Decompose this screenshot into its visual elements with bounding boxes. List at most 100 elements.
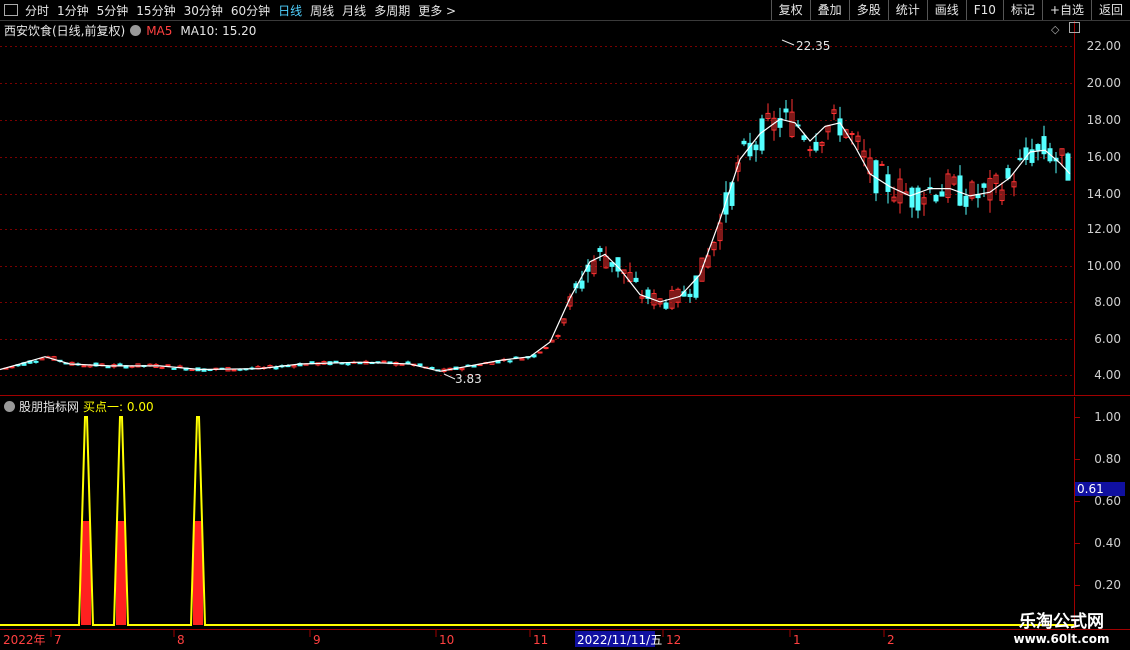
price-tick: 12.00 [1087,222,1121,236]
indicator-tick: 1.00 [1094,410,1121,424]
candle-body [381,360,387,363]
candle-body [399,363,405,366]
date-label: 2 [887,633,895,647]
corner-icons: ◇ [1051,22,1080,36]
candle-body [663,302,669,309]
period-tab-time-share[interactable]: 分时 [21,2,53,19]
multi-stock-button[interactable]: 多股 [848,0,888,20]
period-tab-60min[interactable]: 60分钟 [227,2,274,19]
candle-body [171,367,177,370]
menu-icon[interactable] [4,4,18,16]
price-tick: 10.00 [1087,259,1121,273]
window-icon[interactable] [1069,22,1080,33]
date-label: 10 [439,633,454,647]
period-tab-more[interactable]: 更多 > [414,2,460,19]
candle-body [105,366,111,369]
low-price-label: 3.83 [455,372,482,386]
add-watchlist-button[interactable]: +自选 [1041,0,1091,20]
f10-button[interactable]: F10 [965,0,1003,20]
date-axis: 2022年 7 8 9 10 11 2022/11/11/五 12 1 2 [0,629,1130,647]
date-label: 9 [313,633,321,647]
candle-body [579,280,585,289]
price-annotations: 22.35 3.83 [443,39,830,386]
candle-body [849,133,855,136]
indicator-axis: 1.00 0.80 0.60 0.40 0.20 0.61 [1074,397,1125,629]
candlestick-series [3,99,1071,374]
candle-body [813,141,819,151]
indicator-tick: 0.60 [1094,494,1121,508]
draw-line-button[interactable]: 画线 [926,0,966,20]
candle-body [939,191,945,197]
low-arrow-icon [443,373,456,380]
indicator-settings-icon[interactable] [4,401,15,412]
candle-body [879,163,885,166]
candle-body [885,174,891,192]
price-chart[interactable]: 22.35 3.83 22.00 20.00 18.00 16.00 14.00… [0,21,1130,396]
back-button[interactable]: 返回 [1090,0,1130,20]
candle-body [1005,168,1011,179]
signal-line [0,416,1074,626]
candle-body [33,360,39,363]
candle-body [957,175,963,206]
date-label: 7 [54,633,62,647]
indicator-tick: 0.80 [1094,452,1121,466]
period-tab-weekly[interactable]: 周线 [306,2,338,19]
candle-body [801,135,807,141]
candle-body [687,293,693,298]
indicator-header: 股朋指标网 买点一: 0.00 [4,398,154,415]
date-highlight: 2022/11/11/五 [577,633,662,647]
indicator-value: 买点一: 0.00 [83,400,154,414]
candle-body [231,369,237,372]
candle-body [753,144,759,151]
candle-body [81,365,87,368]
toolbar-actions: 复权 叠加 多股 统计 画线 F10 标记 +自选 返回 [770,0,1130,20]
candle-body [159,366,165,369]
watermark: 乐淘公式网 www.60lt.com [999,612,1124,646]
candle-body [117,363,123,366]
price-tick: 22.00 [1087,39,1121,53]
cursor-value: 0.61 [1077,482,1104,496]
candle-body [807,149,813,152]
candle-body [417,363,423,367]
candle-body [759,118,765,151]
overlay-button[interactable]: 叠加 [809,0,849,20]
period-tab-30min[interactable]: 30分钟 [180,2,227,19]
candle-body [597,248,603,252]
date-label: 2022年 [3,633,46,647]
price-tick: 14.00 [1087,187,1121,201]
statistics-button[interactable]: 统计 [887,0,927,20]
price-axis: 22.00 20.00 18.00 16.00 14.00 12.00 10.0… [1074,21,1121,396]
candle-body [741,140,747,145]
period-tab-daily[interactable]: 日线 [274,2,306,19]
candle-body [507,360,513,363]
period-tab-monthly[interactable]: 月线 [338,2,370,19]
candle-body [963,195,969,207]
ma5-label: MA5 [146,23,173,38]
stock-name: 西安饮食(日线,前复权) [4,24,126,38]
candle-body [915,187,921,211]
candle-body [633,277,639,282]
period-tab-multi[interactable]: 多周期 [370,2,414,19]
date-label: 8 [177,633,185,647]
watermark-title: 乐淘公式网 [1019,612,1104,632]
price-tick: 8.00 [1094,295,1121,309]
indicator-chart[interactable]: 1.00 0.80 0.60 0.40 0.20 0.61 [0,397,1130,629]
price-tick: 4.00 [1094,368,1121,382]
period-tab-15min[interactable]: 15分钟 [132,2,179,19]
high-price-label: 22.35 [796,39,830,53]
diamond-icon[interactable]: ◇ [1051,23,1059,36]
indicator-name: 股朋指标网 [19,400,80,414]
adjust-button[interactable]: 复权 [770,0,810,20]
candle-body [837,118,843,136]
date-ticks [50,630,885,637]
candle-body [909,187,915,208]
period-tab-1min[interactable]: 1分钟 [53,2,93,19]
candle-body [429,366,435,369]
settings-circle-icon[interactable] [130,25,142,36]
date-label: 11 [533,633,548,647]
period-tab-5min[interactable]: 5分钟 [93,2,133,19]
date-label: 1 [793,633,801,647]
toolbar: 分时 1分钟 5分钟 15分钟 30分钟 60分钟 日线 周线 月线 多周期 更… [0,0,1130,21]
mark-button[interactable]: 标记 [1002,0,1042,20]
watermark-url: www.60lt.com [1013,632,1110,646]
